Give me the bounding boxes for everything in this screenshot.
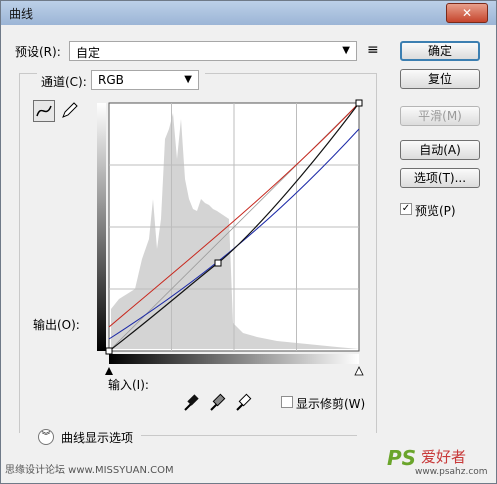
curves-graph[interactable] xyxy=(97,99,367,384)
display-options-label[interactable]: 曲线显示选项 xyxy=(61,429,133,446)
window-title: 曲线 xyxy=(9,7,34,21)
brand-url: www.psahz.com xyxy=(415,467,488,477)
white-eyedropper-icon[interactable] xyxy=(236,393,252,411)
preset-menu-icon[interactable]: ≡ xyxy=(367,42,379,58)
ps-logo: PS xyxy=(387,446,417,470)
curve-endpoint-bottom[interactable] xyxy=(105,347,113,355)
output-gradient-bar xyxy=(97,103,106,351)
preset-value: 自定 xyxy=(76,46,101,60)
curve-point-tool[interactable] xyxy=(33,100,55,122)
show-clipping-label: 显示修剪(W) xyxy=(296,397,366,411)
check-icon: ✓ xyxy=(401,203,411,214)
show-clipping-checkbox[interactable] xyxy=(281,396,293,408)
watermark-left: 思缘设计论坛 www.MISSYUAN.COM xyxy=(5,465,174,476)
input-gradient-bar xyxy=(109,354,359,364)
close-icon[interactable]: ✕ xyxy=(462,6,472,20)
channel-select[interactable]: RGB ▼ xyxy=(91,70,199,90)
group-border-top-left xyxy=(19,73,37,74)
options-button[interactable]: 选项(T)... xyxy=(400,168,480,188)
channel-value: RGB xyxy=(98,73,124,87)
smooth-button[interactable]: 平滑(M) xyxy=(400,106,480,126)
display-options-divider xyxy=(141,435,357,436)
curve-endpoint-top[interactable] xyxy=(355,99,363,107)
channel-label: 通道(C): xyxy=(41,75,87,89)
pencil-tool[interactable] xyxy=(59,100,81,122)
pencil-icon xyxy=(62,102,78,118)
preset-label: 预设(R): xyxy=(15,45,61,59)
eyedroppers xyxy=(184,393,252,411)
title-bar: 曲线 ✕ xyxy=(1,1,496,25)
black-eyedropper-icon[interactable] xyxy=(184,394,199,411)
black-point-slider[interactable] xyxy=(105,367,113,375)
reset-button[interactable]: 复位 xyxy=(400,69,480,89)
preview-checkbox[interactable]: ✓ xyxy=(400,203,412,215)
white-point-slider[interactable] xyxy=(354,366,364,376)
ok-button[interactable]: 确定 xyxy=(400,41,480,61)
gray-eyedropper-icon[interactable] xyxy=(210,393,226,411)
brand-text: 爱好者 xyxy=(421,448,467,466)
expand-options-icon[interactable]: ︾ xyxy=(38,429,54,445)
output-label: 输出(O): xyxy=(33,318,80,332)
preset-select[interactable]: 自定 ▼ xyxy=(69,41,357,61)
close-button[interactable]: ✕ xyxy=(446,3,488,23)
chevron-down-icon: ▼ xyxy=(342,45,350,56)
chevron-down-icon: ▼ xyxy=(184,74,192,85)
group-border-top-right xyxy=(205,73,377,74)
auto-button[interactable]: 自动(A) xyxy=(400,140,480,160)
curve-point[interactable] xyxy=(214,259,222,267)
curve-icon xyxy=(36,105,52,117)
group-border-left xyxy=(19,73,20,433)
curves-dialog: 曲线 ✕ 预设(R): 自定 ▼ ≡ 通道(C): RGB ▼ 输出(O): 输… xyxy=(0,0,497,484)
input-label: 输入(I): xyxy=(108,378,149,392)
preview-label: 预览(P) xyxy=(415,204,456,218)
group-border-right xyxy=(376,73,377,433)
